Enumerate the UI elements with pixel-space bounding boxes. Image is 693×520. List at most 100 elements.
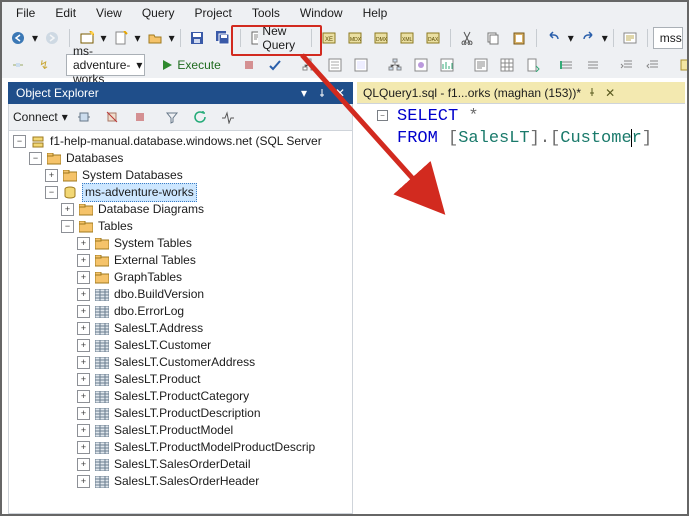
menu-help[interactable]: Help: [353, 4, 398, 22]
redo-dropdown[interactable]: ▾: [602, 28, 608, 48]
intellisense-icon[interactable]: [349, 53, 373, 77]
tree-node-table[interactable]: +SalesLT.ProductModelProductDescrip: [9, 439, 352, 456]
tree-node-databases[interactable]: − Databases: [9, 150, 352, 167]
menu-file[interactable]: File: [6, 4, 45, 22]
panel-close-icon[interactable]: ✕: [331, 86, 349, 100]
connect-object-explorer-icon[interactable]: [72, 105, 96, 129]
outdent-icon[interactable]: [641, 53, 665, 77]
expand-icon[interactable]: +: [77, 322, 90, 335]
panel-menu-icon[interactable]: ▾: [295, 86, 313, 100]
expand-icon[interactable]: +: [61, 203, 74, 216]
results-to-file-icon[interactable]: [521, 53, 545, 77]
dax-icon[interactable]: DAX: [421, 26, 445, 50]
stop-icon[interactable]: [128, 105, 152, 129]
collapse-icon[interactable]: −: [61, 220, 74, 233]
disconnect-icon[interactable]: [100, 105, 124, 129]
panel-pin-icon[interactable]: [313, 88, 331, 98]
menu-query[interactable]: Query: [132, 4, 185, 22]
expand-icon[interactable]: +: [77, 407, 90, 420]
dmx-icon[interactable]: DMX: [369, 26, 393, 50]
refresh-icon[interactable]: [188, 105, 212, 129]
activity-icon[interactable]: [216, 105, 240, 129]
expand-icon[interactable]: +: [77, 288, 90, 301]
menu-view[interactable]: View: [86, 4, 132, 22]
uncomment-icon[interactable]: [581, 53, 605, 77]
tree-node-table[interactable]: +dbo.BuildVersion: [9, 286, 352, 303]
tree-node-database-selected[interactable]: − ms-adventure-works: [9, 184, 352, 201]
expand-icon[interactable]: +: [77, 339, 90, 352]
specify-values-icon[interactable]: [675, 53, 689, 77]
mdx-icon[interactable]: MDX: [343, 26, 367, 50]
launch-config-combo[interactable]: msservi: [653, 27, 683, 49]
execute-button[interactable]: Execute: [155, 55, 226, 75]
outline-collapse-icon[interactable]: −: [377, 110, 388, 121]
open-file-dropdown[interactable]: ▾: [169, 28, 175, 48]
collapse-icon[interactable]: −: [45, 186, 58, 199]
tree-node-table[interactable]: +SalesLT.ProductDescription: [9, 405, 352, 422]
menu-project[interactable]: Project: [185, 4, 242, 22]
cancel-query-icon[interactable]: [237, 53, 261, 77]
expand-icon[interactable]: +: [77, 237, 90, 250]
expand-icon[interactable]: +: [77, 254, 90, 267]
expand-icon[interactable]: +: [45, 169, 58, 182]
menu-window[interactable]: Window: [290, 4, 353, 22]
display-plan-icon[interactable]: [297, 53, 321, 77]
parse-icon[interactable]: [263, 53, 287, 77]
expand-icon[interactable]: +: [77, 271, 90, 284]
collapse-icon[interactable]: −: [29, 152, 42, 165]
change-connection-icon[interactable]: [6, 53, 30, 77]
comment-icon[interactable]: [555, 53, 579, 77]
tree-node-table[interactable]: +SalesLT.ProductCategory: [9, 388, 352, 405]
xmla-icon[interactable]: XML: [395, 26, 419, 50]
menu-edit[interactable]: Edit: [45, 4, 86, 22]
new-query-button[interactable]: New Query: [246, 27, 307, 49]
editor-tab[interactable]: QLQuery1.sql - f1...orks (maghan (153))*: [363, 86, 581, 100]
client-stats-icon[interactable]: [435, 53, 459, 77]
tree-node-tables[interactable]: − Tables: [9, 218, 352, 235]
new-item-dropdown[interactable]: ▾: [135, 28, 141, 48]
expand-icon[interactable]: +: [77, 441, 90, 454]
paste-icon[interactable]: [507, 26, 531, 50]
database-combo[interactable]: ms-adventure-works ▾: [66, 54, 145, 76]
close-tab-icon[interactable]: ✕: [605, 86, 615, 100]
expand-icon[interactable]: +: [77, 424, 90, 437]
expand-icon[interactable]: +: [77, 458, 90, 471]
tree-node-table[interactable]: +SalesLT.Customer: [9, 337, 352, 354]
results-to-grid-icon[interactable]: [495, 53, 519, 77]
nav-back-button[interactable]: [6, 26, 30, 50]
expand-icon[interactable]: +: [77, 475, 90, 488]
nav-back-dropdown[interactable]: ▾: [32, 28, 38, 48]
undo-dropdown[interactable]: ▾: [568, 28, 574, 48]
tree-node-table[interactable]: +SalesLT.Product: [9, 371, 352, 388]
expand-icon[interactable]: +: [77, 373, 90, 386]
connect-button[interactable]: Connect: [13, 110, 58, 124]
menu-tools[interactable]: Tools: [242, 4, 290, 22]
find-icon[interactable]: [618, 26, 642, 50]
results-to-text-icon[interactable]: [469, 53, 493, 77]
filter-icon[interactable]: [160, 105, 184, 129]
tree-node-table[interactable]: +SalesLT.CustomerAddress: [9, 354, 352, 371]
expand-icon[interactable]: +: [77, 305, 90, 318]
expand-icon[interactable]: +: [77, 390, 90, 403]
nav-forward-button[interactable]: [40, 26, 64, 50]
tree-node-table[interactable]: +SalesLT.Address: [9, 320, 352, 337]
tree-node-table[interactable]: +SalesLT.ProductModel: [9, 422, 352, 439]
pin-tab-icon[interactable]: [587, 86, 597, 100]
save-icon[interactable]: [185, 26, 209, 50]
open-file-icon[interactable]: [143, 26, 167, 50]
tree-node-system-tables[interactable]: + System Tables: [9, 235, 352, 252]
include-actual-plan-icon[interactable]: [383, 53, 407, 77]
sql-editor[interactable]: − SELECT * FROM [SalesLT].[Customer]: [357, 103, 685, 514]
indent-icon[interactable]: [615, 53, 639, 77]
save-all-icon[interactable]: [211, 26, 235, 50]
tree-node-table[interactable]: +SalesLT.SalesOrderHeader: [9, 473, 352, 490]
query-options-icon[interactable]: [323, 53, 347, 77]
tree-node-table[interactable]: +dbo.ErrorLog: [9, 303, 352, 320]
tree-node-external-tables[interactable]: + External Tables: [9, 252, 352, 269]
tree-node-diagrams[interactable]: + Database Diagrams: [9, 201, 352, 218]
expand-icon[interactable]: +: [77, 356, 90, 369]
live-stats-icon[interactable]: [409, 53, 433, 77]
object-explorer-tree[interactable]: − f1-help-manual.database.windows.net (S…: [8, 131, 353, 514]
attach-icon[interactable]: ↯: [32, 53, 56, 77]
undo-icon[interactable]: [542, 26, 566, 50]
